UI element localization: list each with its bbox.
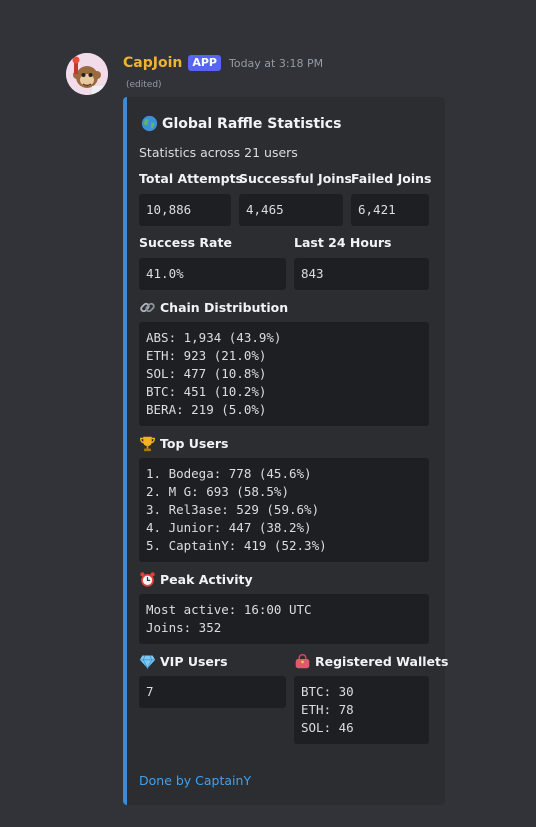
chat-message: CapJoin APP Today at 3:18 PM (edited) Gl… [0,0,536,827]
field-failed-joins-name: Failed Joins [351,171,432,186]
field-vip-users-value: 7 [139,676,286,708]
code-line: 5. CaptainY: 419 (52.3%) [146,538,327,553]
globe-icon [141,115,158,132]
code-line: 10,886 [146,202,192,217]
trophy-icon [140,436,155,452]
embed-title-text: Global Raffle Statistics [162,115,342,132]
field-failed-joins-value: 6,421 [351,194,429,226]
purse-icon [295,653,310,669]
field-chain-distribution-value: ABS: 1,934 (43.9%) ETH: 923 (21.0%) SOL: 4… [139,322,429,426]
gem-icon [139,655,156,670]
embed: Global Raffle Statistics Statistics acro… [123,97,448,805]
field-vip-users-label: VIP Users [160,654,228,669]
field-successful-joins-name: Successful Joins [239,171,352,186]
code-line: 2. M G: 693 (58.5%) [146,484,289,499]
field-top-users-name: Top Users [139,435,228,452]
avatar[interactable] [66,53,108,95]
monkey-avatar-icon [66,53,108,95]
field-peak-activity-label: Peak Activity [160,572,253,587]
code-line: 41.0% [146,266,184,281]
embed-footer[interactable]: Done by CaptainY [139,773,251,788]
field-top-users-label: Top Users [160,436,229,451]
field-registered-wallets-label: Registered Wallets [315,654,449,669]
embed-description: Statistics across 21 users [139,145,298,160]
code-line: ETH: 78 [301,702,354,717]
field-total-attempts-value: 10,886 [139,194,231,226]
code-line: 4,465 [246,202,284,217]
edited-label: (edited) [126,80,162,90]
code-line: Most active: 16:00 UTC [146,602,312,617]
code-line: 3. Rel3ase: 529 (59.6%) [146,502,320,517]
link-icon [140,302,155,313]
field-registered-wallets-value: BTC: 30 ETH: 78 SOL: 46 [294,676,429,744]
code-line: 1. Bodega: 778 (45.6%) [146,466,312,481]
code-line: BTC: 451 (10.2%) [146,384,267,399]
code-line: SOL: 477 (10.8%) [146,366,267,381]
timestamp: Today at 3:18 PM [228,56,324,70]
code-line: 843 [301,266,324,281]
code-line: ABS: 1,934 (43.9%) [146,330,282,345]
field-success-rate-value: 41.0% [139,258,286,290]
field-last-24-hours-value: 843 [294,258,429,290]
embed-title: Global Raffle Statistics [141,115,341,132]
field-last-24-hours-name: Last 24 Hours [294,235,392,250]
code-line: BTC: 30 [301,684,354,699]
field-peak-activity-name: Peak Activity [139,571,253,588]
field-registered-wallets-name: Registered Wallets [294,653,448,670]
message-header: CapJoin APP Today at 3:18 PM [123,53,323,73]
field-top-users-value: 1. Bodega: 778 (45.6%) 2. M G: 693 (58.5%… [139,458,429,562]
field-vip-users-name: VIP Users [139,653,228,670]
code-line: BERA: 219 (5.0%) [146,402,267,417]
code-line: 4. Junior: 447 (38.2%) [146,520,312,535]
app-badge: APP [188,55,221,71]
field-peak-activity-value: Most active: 16:00 UTC Joins: 352 [139,594,429,644]
field-chain-distribution-name: Chain Distribution [139,299,288,316]
alarm-clock-icon [140,572,155,587]
code-line: ETH: 923 (21.0%) [146,348,267,363]
field-total-attempts-name: Total Attempts [139,171,243,186]
username[interactable]: CapJoin [123,55,182,71]
code-line: Joins: 352 [146,620,222,635]
code-line: SOL: 46 [301,720,354,735]
field-success-rate-name: Success Rate [139,235,232,250]
field-successful-joins-value: 4,465 [239,194,343,226]
code-line: 7 [146,684,154,699]
code-line: 6,421 [358,202,396,217]
field-chain-distribution-label: Chain Distribution [160,300,289,315]
